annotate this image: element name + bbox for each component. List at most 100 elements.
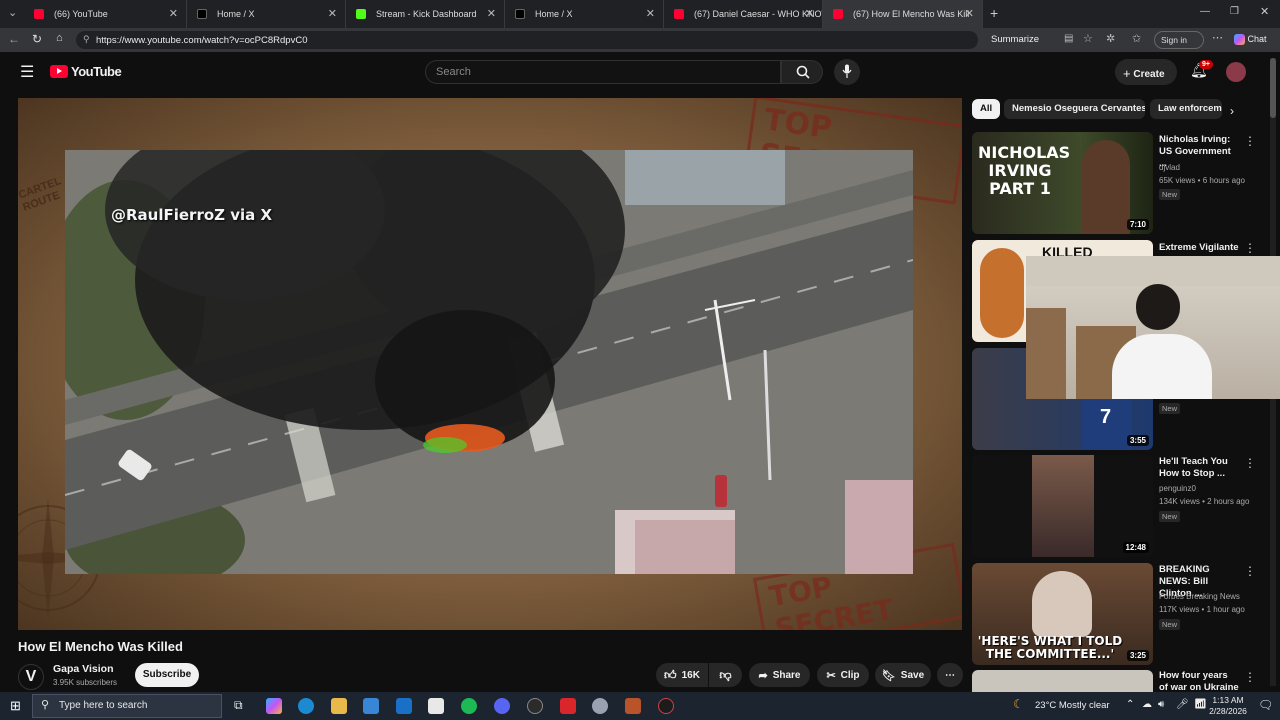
x-logo-icon: [197, 9, 207, 19]
kebab-menu-icon[interactable]: ⋮: [1244, 134, 1256, 148]
menu-icon[interactable]: ☰: [20, 62, 34, 82]
clock-date: 2/28/2026: [1209, 706, 1247, 716]
back-icon[interactable]: ←: [8, 32, 20, 46]
copilot-icon[interactable]: [266, 698, 282, 714]
save-button[interactable]: 🔖︎ Save: [875, 663, 931, 687]
subscribe-button[interactable]: Subscribe: [135, 663, 199, 687]
kebab-menu-icon[interactable]: ⋮: [1244, 456, 1256, 470]
mic-icon[interactable]: 🎤︎: [1176, 699, 1189, 710]
kebab-menu-icon[interactable]: ⋮: [1244, 564, 1256, 578]
channel-name[interactable]: Gapa Vision: [53, 663, 114, 675]
tab-daniel-caesar[interactable]: (67) Daniel Caesar - WHO KNOWS ✕: [664, 0, 823, 28]
speaker-icon[interactable]: 🔊︎: [1158, 699, 1164, 710]
kebab-menu-icon[interactable]: ⋮: [1244, 241, 1256, 255]
weather-text[interactable]: 23°C Mostly clear: [1035, 700, 1110, 711]
search-input[interactable]: Search: [425, 60, 781, 84]
notification-center-icon[interactable]: 🗨︎: [1258, 698, 1273, 712]
clock[interactable]: 1:13 AM 2/28/2026: [1208, 695, 1248, 717]
chevron-up-icon[interactable]: ⌃: [1126, 699, 1134, 710]
home-icon[interactable]: ⌂: [56, 32, 63, 44]
recommended-thumbnail[interactable]: NICHOLAS IRVING PART 1 7:10: [972, 132, 1153, 234]
scrollbar-thumb[interactable]: [1270, 58, 1276, 118]
tab-list-icon[interactable]: ⌄: [8, 6, 17, 19]
more-actions-button[interactable]: ⋯: [937, 663, 963, 687]
store-icon[interactable]: [363, 698, 379, 714]
kebab-menu-icon[interactable]: ⋮: [1244, 670, 1256, 684]
network-icon[interactable]: ☁: [1142, 699, 1152, 710]
extensions-icon[interactable]: ✲: [1106, 32, 1115, 45]
recommended-channel[interactable]: Forbes Breaking News: [1159, 592, 1240, 601]
active-app-icon[interactable]: [625, 698, 641, 714]
chevron-right-icon[interactable]: ›: [1230, 104, 1234, 118]
close-window-icon[interactable]: ✕: [1260, 5, 1269, 18]
url-field[interactable]: ⚲ https://www.youtube.com/watch?v=ocPC8R…: [76, 31, 978, 49]
like-button[interactable]: 👍︎ 16K: [656, 663, 708, 687]
tab-x-home-2[interactable]: Home / X ✕: [505, 0, 664, 28]
recommended-title[interactable]: How four years of war on Ukraine ...: [1159, 670, 1239, 692]
chip-all[interactable]: All: [972, 99, 1001, 119]
reload-icon[interactable]: ↻: [32, 32, 42, 46]
share-button[interactable]: ➦ Share: [749, 663, 810, 687]
tab-kick-dashboard[interactable]: Stream - Kick Dashboard ✕: [346, 0, 505, 28]
create-button[interactable]: + Create: [1115, 59, 1177, 85]
close-icon[interactable]: ✕: [487, 7, 496, 20]
tab-title: (67) How El Mencho Was Kill: [853, 9, 970, 19]
youtube-page: ☰ YouTube Search + Create 🔔︎ 9+ All Neme…: [0, 52, 1280, 692]
recommended-thumbnail[interactable]: 12:48: [972, 455, 1153, 557]
channel-avatar[interactable]: V: [18, 664, 44, 690]
close-icon[interactable]: ✕: [805, 7, 814, 20]
search-button[interactable]: [781, 60, 823, 84]
recommended-title[interactable]: Extreme Vigilante: [1159, 242, 1239, 254]
file-explorer-icon[interactable]: [331, 698, 347, 714]
reader-icon[interactable]: ▤: [1064, 33, 1073, 44]
video-player[interactable]: TOP SECRET TOP SECRET CARTEL ROUTE: [18, 98, 962, 630]
edge-browser-icon[interactable]: [298, 698, 314, 714]
close-icon[interactable]: ✕: [169, 7, 178, 20]
chip-nemesio[interactable]: Nemesio Oseguera Cervantes: [1004, 99, 1145, 119]
voice-search-button[interactable]: [834, 59, 860, 85]
dislike-button[interactable]: 👎︎: [709, 663, 742, 687]
recommended-thumbnail[interactable]: 'HERE'S WHAT I TOLD THE COMMITTEE...' 3:…: [972, 563, 1153, 665]
recommended-channel[interactable]: djvlad: [1159, 163, 1180, 172]
webcam-person-shirt: [1112, 334, 1212, 399]
clip-button[interactable]: ✂ Clip: [817, 663, 869, 687]
tab-x-home[interactable]: Home / X ✕: [187, 0, 346, 28]
maximize-icon[interactable]: ❐: [1230, 6, 1239, 17]
close-icon[interactable]: ✕: [965, 7, 974, 20]
task-view-icon[interactable]: ⧉: [234, 698, 243, 713]
favorites-icon[interactable]: ✩: [1132, 32, 1141, 45]
recommended-thumbnail[interactable]: [972, 670, 1153, 692]
spotify-icon[interactable]: [461, 698, 477, 714]
tab-el-mencho[interactable]: (67) How El Mencho Was Kill ✕: [823, 0, 983, 28]
sign-in-button[interactable]: Sign in: [1154, 31, 1204, 49]
minimize-icon[interactable]: —: [1200, 6, 1210, 17]
youtube-logo[interactable]: YouTube: [50, 64, 122, 79]
more-icon[interactable]: ⋯: [1212, 31, 1223, 44]
favorite-star-icon[interactable]: ☆: [1083, 32, 1093, 45]
wifi-icon[interactable]: 📶︎: [1194, 699, 1207, 710]
chip-law-enforcement[interactable]: Law enforcem: [1150, 99, 1222, 119]
close-icon[interactable]: ✕: [646, 7, 655, 20]
video-duration: 7:10: [1126, 219, 1149, 230]
video-app-icon[interactable]: [560, 698, 576, 714]
recommended-title[interactable]: He'll Teach You How to Stop ...: [1159, 456, 1239, 480]
settings-app-icon[interactable]: [592, 698, 608, 714]
avatar[interactable]: [1226, 62, 1246, 82]
tab-youtube[interactable]: (66) YouTube ✕: [24, 0, 187, 28]
tab-title: Home / X: [217, 9, 255, 19]
tab-title: Home / X: [535, 9, 573, 19]
scissors-icon: ✂: [826, 669, 836, 682]
copilot-chat-button[interactable]: Chat: [1232, 31, 1276, 49]
mail-icon[interactable]: [396, 698, 412, 714]
windows-start-icon[interactable]: ⊞: [10, 698, 21, 714]
taskbar-search-input[interactable]: ⚲ Type here to search: [32, 694, 222, 718]
recommended-channel[interactable]: penguinz0: [1159, 484, 1196, 493]
notifications-button[interactable]: 🔔︎ 9+: [1190, 60, 1213, 84]
discord-icon[interactable]: [494, 698, 510, 714]
close-icon[interactable]: ✕: [328, 7, 337, 20]
new-tab-icon[interactable]: +: [990, 5, 998, 21]
obs-icon[interactable]: [658, 698, 674, 714]
summarize-button[interactable]: Summarize: [991, 34, 1039, 45]
media-app-icon[interactable]: [527, 698, 543, 714]
notepad-icon[interactable]: [428, 698, 444, 714]
